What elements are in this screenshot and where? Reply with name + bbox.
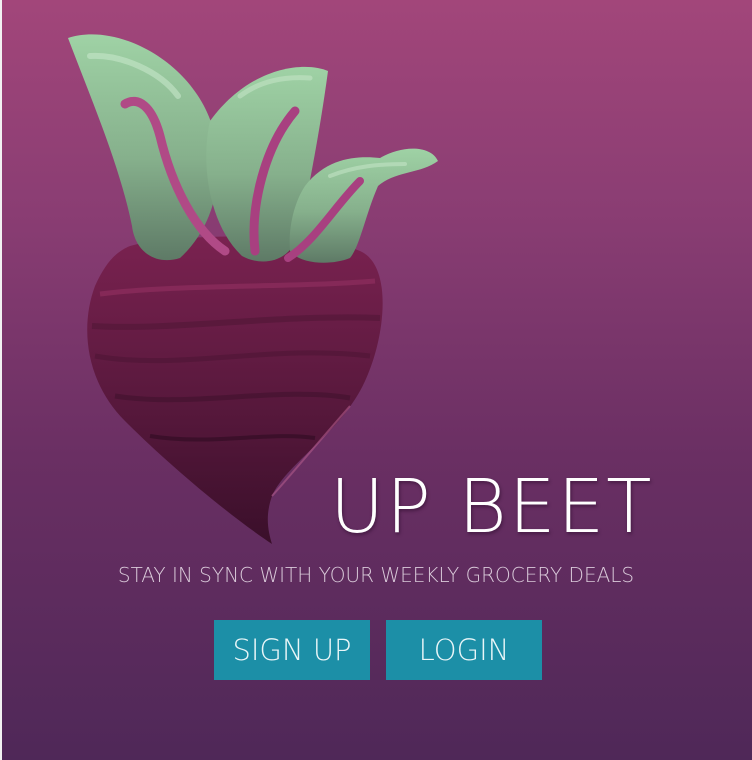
login-button[interactable]: LOGIN <box>386 620 542 680</box>
app-tagline: STAY IN SYNC WITH YOUR WEEKLY GROCERY DE… <box>117 563 635 587</box>
window-edge <box>0 0 2 760</box>
app-title: UP BEET <box>330 464 654 550</box>
landing-page: UP BEET STAY IN SYNC WITH YOUR WEEKLY GR… <box>0 0 752 760</box>
beet-leaves <box>68 34 438 263</box>
sign-up-button[interactable]: SIGN UP <box>214 620 370 680</box>
